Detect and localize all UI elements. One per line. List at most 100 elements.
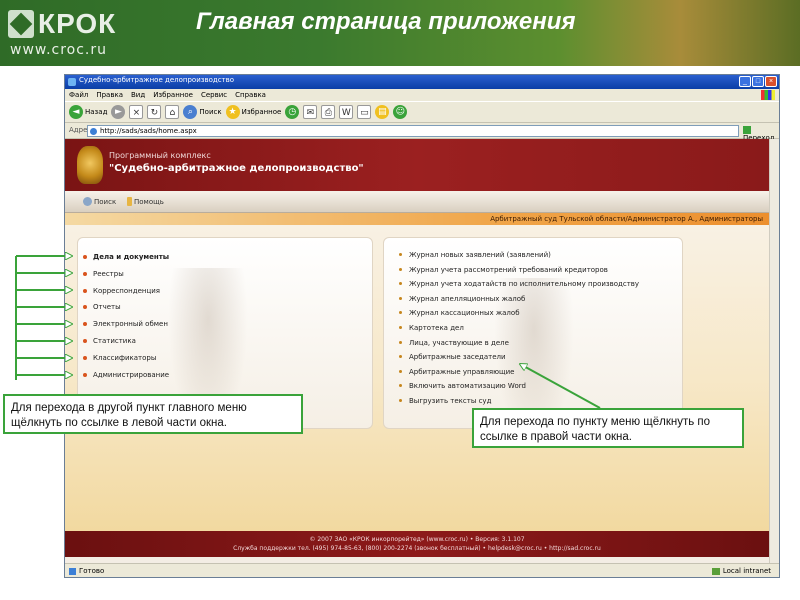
logo-text: КРОК (38, 8, 117, 39)
browser-window: Судебно-арбитражное делопроизводство _ □… (64, 74, 780, 578)
site-nav: Поиск Помощь (65, 191, 769, 213)
main-menu-item[interactable]: Реестры (83, 268, 169, 285)
close-button[interactable]: × (765, 76, 777, 87)
history-icon: ◷ (285, 105, 300, 119)
address-input[interactable]: http://sads/sads/home.aspx (87, 125, 739, 137)
print-button[interactable]: ⎙ (321, 105, 336, 119)
discuss-button[interactable]: ▭ (357, 105, 372, 119)
edit-icon: W (339, 105, 354, 119)
main-menu: Дела и документы Реестры Корреспонденция… (83, 251, 169, 385)
croc-logo-icon (8, 10, 34, 38)
search-button[interactable]: ⌕ Поиск (183, 105, 222, 119)
window-titlebar[interactable]: Судебно-арбитражное делопроизводство _ □… (65, 75, 779, 89)
home-icon: ⌂ (165, 105, 180, 119)
coat-of-arms-icon (77, 146, 103, 184)
slide: КРОК www.croc.ru Главная страница прилож… (0, 0, 800, 600)
submenu-item[interactable]: Арбитражные заседатели (399, 351, 639, 366)
slide-title: Главная страница приложения (196, 8, 576, 35)
status-bar: Готово Local intranet (65, 563, 779, 577)
main-menu-item[interactable]: Статистика (83, 335, 169, 352)
submenu-item[interactable]: Картотека дел (399, 322, 639, 337)
print-icon: ⎙ (321, 105, 336, 119)
search-icon: ⌕ (183, 105, 198, 119)
submenu-item[interactable]: Арбитражные управляющие (399, 366, 639, 381)
footer-copyright: © 2007 ЗАО «КРОК инкорпорейтед» (www.cro… (309, 536, 525, 543)
main-menu-item[interactable]: Электронный обмен (83, 318, 169, 335)
folder-icon: ▤ (375, 105, 390, 119)
submenu: Журнал новых заявлений (заявлений) Журна… (399, 249, 639, 410)
favorites-label: Избранное (241, 108, 282, 116)
vertical-scrollbar[interactable] (769, 139, 779, 563)
history-button[interactable]: ◷ (285, 105, 300, 119)
forward-button[interactable]: ► (111, 105, 126, 119)
submenu-item[interactable]: Журнал учета ходатайств по исполнительно… (399, 278, 639, 293)
status-text: Готово (69, 567, 104, 575)
user-bar: Арбитражный суд Тульской области/Админис… (65, 213, 769, 225)
research-button[interactable]: ☺ (393, 105, 408, 119)
submenu-item[interactable]: Журнал апелляционных жалоб (399, 293, 639, 308)
submenu-item[interactable]: Включить автоматизацию Word (399, 380, 639, 395)
main-menu-item[interactable]: Дела и документы (83, 251, 169, 268)
menu-bar: Файл Правка Вид Избранное Сервис Справка (65, 89, 779, 101)
mail-button[interactable]: ✉ (303, 105, 318, 119)
window-controls: _ □ × (739, 76, 777, 87)
windows-logo-icon (761, 90, 775, 100)
maximize-button[interactable]: □ (752, 76, 764, 87)
menu-edit[interactable]: Правка (96, 89, 123, 101)
minimize-button[interactable]: _ (739, 76, 751, 87)
ie-icon (68, 78, 76, 86)
nav-help[interactable]: Помощь (127, 197, 164, 206)
back-label: Назад (85, 108, 108, 116)
discuss-icon: ▭ (357, 105, 372, 119)
menu-help[interactable]: Справка (235, 89, 266, 101)
web-page: Программный комплекс "Судебно-арбитражно… (65, 139, 779, 563)
help-icon (127, 197, 132, 206)
messenger-button[interactable]: ▤ (375, 105, 390, 119)
menu-favorites[interactable]: Избранное (153, 89, 193, 101)
slide-header: КРОК www.croc.ru Главная страница прилож… (0, 0, 800, 66)
nav-help-label: Помощь (134, 197, 164, 206)
main-menu-item[interactable]: Классификаторы (83, 352, 169, 369)
submenu-item[interactable]: Журнал новых заявлений (заявлений) (399, 249, 639, 264)
refresh-button[interactable]: ↻ (147, 105, 162, 119)
main-menu-item[interactable]: Корреспонденция (83, 285, 169, 302)
menu-tools[interactable]: Сервис (201, 89, 227, 101)
submenu-item[interactable]: Журнал кассационных жалоб (399, 307, 639, 322)
mail-icon: ✉ (303, 105, 318, 119)
menu-file[interactable]: Файл (69, 89, 88, 101)
forward-arrow-icon: ► (111, 105, 126, 119)
favorites-button[interactable]: ★ Избранное (225, 105, 282, 119)
back-button[interactable]: ◄ Назад (69, 105, 107, 119)
site-footer: © 2007 ЗАО «КРОК инкорпорейтед» (www.cro… (65, 531, 769, 557)
address-bar: Адрес: http://sads/sads/home.aspx Перехо… (65, 123, 779, 142)
site-name: "Судебно-арбитражное делопроизводство" (109, 163, 364, 174)
refresh-icon: ↻ (147, 105, 162, 119)
logo-url: www.croc.ru (10, 42, 108, 58)
callout-right-menu: Для перехода по пункту меню щёлкнуть по … (472, 408, 744, 448)
submenu-item[interactable]: Журнал учета рассмотрений требований кре… (399, 264, 639, 279)
edit-button[interactable]: W (339, 105, 354, 119)
browser-toolbar: ◄ Назад ► × ↻ ⌂ ⌕ Поиск ★ Избранное ◷ ✉ ⎙ W… (65, 101, 779, 123)
search-icon (83, 197, 92, 206)
messenger-icon: ☺ (393, 105, 408, 119)
nav-search-label: Поиск (94, 197, 117, 206)
submenu-item[interactable]: Лица, участвующие в деле (399, 337, 639, 352)
footer-support: Служба поддержки тел. (495) 974-85-63, (… (233, 545, 601, 552)
address-value: http://sads/sads/home.aspx (100, 127, 197, 135)
site-banner: Программный комплекс "Судебно-арбитражно… (65, 139, 769, 191)
home-button[interactable]: ⌂ (165, 105, 180, 119)
menu-view[interactable]: Вид (131, 89, 145, 101)
page-icon (90, 128, 97, 135)
croc-logo: КРОК www.croc.ru (8, 6, 148, 58)
stop-icon: × (129, 105, 144, 119)
user-info: Арбитражный суд Тульской области/Админис… (490, 215, 763, 223)
security-zone: Local intranet (712, 567, 771, 575)
star-icon: ★ (225, 105, 240, 119)
window-title: Судебно-арбитражное делопроизводство (79, 76, 235, 84)
main-menu-item[interactable]: Отчеты (83, 301, 169, 318)
site-subtitle: Программный комплекс (109, 151, 211, 160)
back-arrow-icon: ◄ (69, 105, 83, 119)
nav-search[interactable]: Поиск (83, 197, 116, 206)
stop-button[interactable]: × (129, 105, 144, 119)
main-menu-item[interactable]: Администрирование (83, 369, 169, 386)
